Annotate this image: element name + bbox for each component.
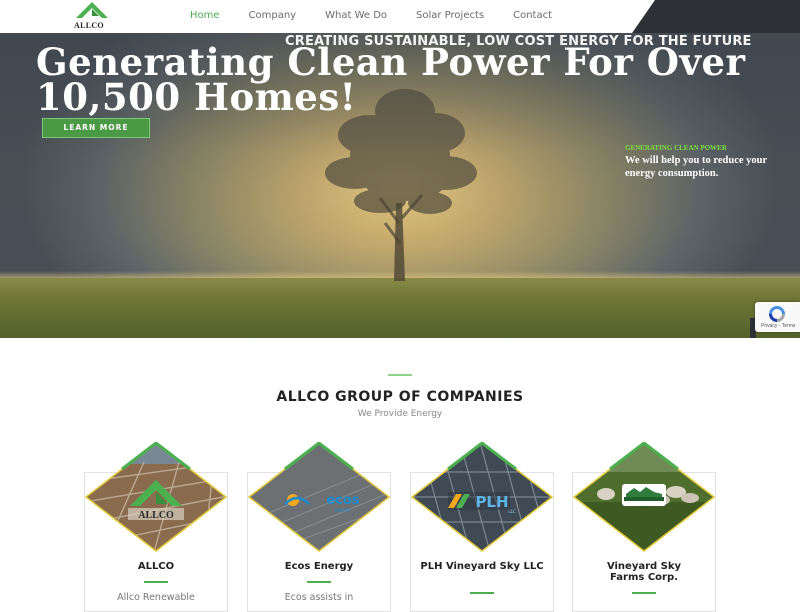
company-image-vineyard-sky[interactable]: VINEYARD SKY FARMS	[572, 442, 716, 552]
company-name-vineyard-sky[interactable]: Vineyard Sky Farms Corp.	[572, 561, 716, 583]
nav-contact[interactable]: Contact	[513, 10, 552, 21]
company-image-allco[interactable]: ALLCO	[84, 442, 228, 552]
vineyard-diamond-logo-subtext: FARMS	[640, 506, 649, 509]
recaptcha-badge[interactable]: Privacy - Terms	[755, 302, 800, 332]
hero-side-tag: GENERATING CLEAN POWER	[625, 144, 727, 152]
company-name-allco[interactable]: ALLCO	[84, 561, 228, 572]
company-desc-allco: Allco Renewable	[117, 592, 195, 603]
vineyard-diamond-logo-text: VINEYARD SKY	[627, 500, 662, 505]
ecos-diamond-logo-text: ecos	[326, 493, 359, 508]
logo-text: ALLCO	[74, 21, 104, 30]
ecos-diamond-image: ecos ENERGY	[247, 442, 391, 552]
company-name-plh[interactable]: PLH Vineyard Sky LLC	[410, 561, 554, 572]
section-subtitle: We Provide Energy	[357, 409, 443, 419]
nav-company[interactable]: Company	[249, 10, 297, 21]
recaptcha-text[interactable]: Privacy - Terms	[761, 323, 795, 329]
hero-side-text: We will help you to reduce your energy c…	[625, 155, 767, 179]
section-divider	[388, 374, 412, 376]
card-underline	[632, 592, 656, 594]
main-menu: Home Company What We Do Solar Projects C…	[190, 10, 581, 21]
company-image-ecos[interactable]: ecos ENERGY	[247, 442, 391, 552]
section-title: ALLCO GROUP OF COMPANIES	[276, 389, 524, 405]
card-underline	[307, 581, 331, 583]
hero-title: Generating Clean Power For Over 10,500 H…	[36, 40, 746, 119]
allco-logo-icon	[76, 2, 108, 18]
allco-logo[interactable]: ALLCO	[70, 2, 114, 30]
company-name-ecos[interactable]: Ecos Energy	[247, 561, 391, 572]
company-desc-ecos: Ecos assists in	[284, 592, 354, 603]
card-underline	[144, 581, 168, 583]
nav-what-we-do[interactable]: What We Do	[325, 10, 387, 21]
allco-diamond-image: ALLCO	[84, 442, 228, 552]
ecos-diamond-logo-subtext: ENERGY	[335, 508, 352, 513]
nav-home[interactable]: Home	[190, 10, 220, 21]
plh-diamond-logo-text: PLH	[475, 493, 508, 511]
plh-diamond-logo-subtext: LLC	[508, 509, 515, 514]
learn-more-button[interactable]: LEARN MORE	[42, 118, 150, 138]
hero-banner: CREATING SUSTAINABLE, LOW COST ENERGY FO…	[0, 33, 800, 338]
company-image-plh[interactable]: PLH LLC	[410, 442, 554, 552]
allco-diamond-logo-text: ALLCO	[138, 510, 174, 521]
nav-solar-projects[interactable]: Solar Projects	[416, 10, 484, 21]
card-underline	[470, 592, 494, 594]
recaptcha-icon	[769, 306, 785, 322]
plh-diamond-image: PLH LLC	[410, 442, 554, 552]
top-navbar: ALLCO Home Company What We Do Solar Proj…	[0, 0, 800, 33]
vineyard-sky-diamond-image: VINEYARD SKY FARMS	[572, 442, 716, 552]
